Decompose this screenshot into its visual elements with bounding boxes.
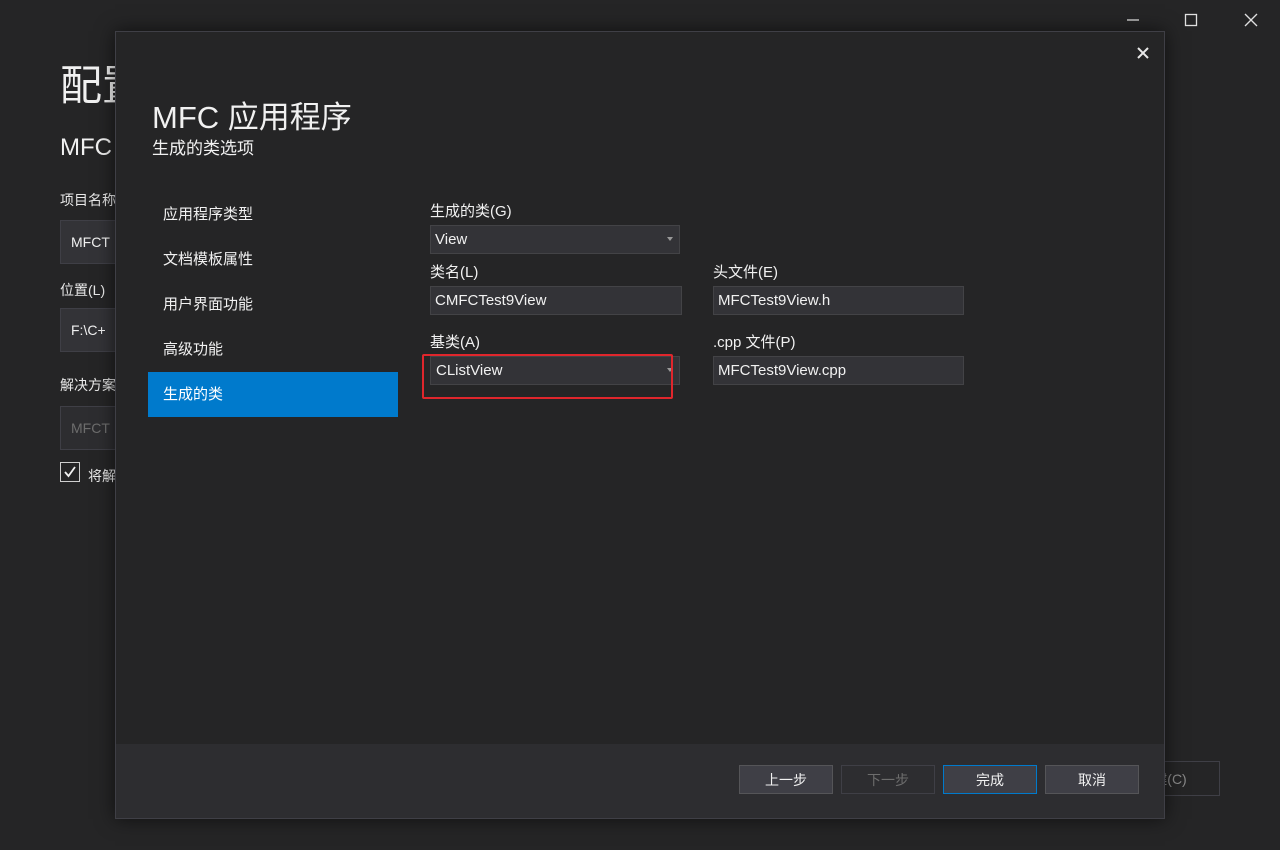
- cancel-button[interactable]: 取消: [1045, 765, 1139, 794]
- window-close-button[interactable]: [1236, 6, 1266, 34]
- nav-item-application-type[interactable]: 应用程序类型: [148, 192, 398, 237]
- class-name-label: 类名(L): [430, 264, 479, 281]
- checkmark-icon: [64, 466, 76, 478]
- base-class-label: 基类(A): [430, 334, 480, 351]
- window-minimize-button[interactable]: [1118, 6, 1148, 34]
- nav-item-advanced-features[interactable]: 高级功能: [148, 327, 398, 372]
- dialog-subtitle: 生成的类选项: [152, 139, 254, 158]
- cpp-file-label: .cpp 文件(P): [713, 334, 796, 351]
- dialog-footer: 上一步 下一步 完成 取消: [116, 744, 1164, 818]
- solution-same-dir-checkbox[interactable]: [60, 462, 80, 482]
- chevron-down-icon: [667, 368, 673, 372]
- project-name-label: 项目名称: [60, 192, 116, 208]
- next-button[interactable]: 下一步: [841, 765, 935, 794]
- previous-button[interactable]: 上一步: [739, 765, 833, 794]
- location-label: 位置(L): [60, 282, 106, 298]
- nav-item-document-template[interactable]: 文档模板属性: [148, 237, 398, 282]
- generated-class-label: 生成的类(G): [430, 203, 512, 220]
- background-page-subtitle: MFC: [60, 134, 112, 161]
- window-maximize-button[interactable]: [1176, 6, 1206, 34]
- chevron-down-icon: [667, 237, 673, 241]
- solution-name-label: 解决方案: [60, 377, 116, 393]
- dialog-title: MFC 应用程序: [152, 100, 352, 135]
- nav-item-generated-classes[interactable]: 生成的类: [148, 372, 398, 417]
- generated-class-dropdown[interactable]: View: [430, 225, 680, 254]
- dialog-close-button[interactable]: [1132, 42, 1154, 64]
- solution-same-dir-label: 将解: [88, 468, 116, 484]
- close-icon: [1137, 47, 1149, 59]
- base-class-dropdown[interactable]: CListView: [430, 356, 680, 385]
- minimize-icon: [1127, 19, 1139, 21]
- generated-class-value: View: [435, 231, 468, 248]
- header-file-label: 头文件(E): [713, 264, 778, 281]
- wizard-nav: 应用程序类型 文档模板属性 用户界面功能 高级功能 生成的类: [148, 192, 398, 417]
- mfc-app-wizard-dialog: MFC 应用程序 生成的类选项 应用程序类型 文档模板属性 用户界面功能 高级功…: [115, 31, 1165, 819]
- cpp-file-input[interactable]: MFCTest9View.cpp: [713, 356, 964, 385]
- header-file-input[interactable]: MFCTest9View.h: [713, 286, 964, 315]
- class-name-input[interactable]: CMFCTest9View: [430, 286, 682, 315]
- nav-item-ui-features[interactable]: 用户界面功能: [148, 282, 398, 327]
- close-icon: [1244, 13, 1258, 27]
- base-class-value: CListView: [436, 362, 503, 379]
- maximize-icon: [1184, 13, 1198, 27]
- finish-button[interactable]: 完成: [943, 765, 1037, 794]
